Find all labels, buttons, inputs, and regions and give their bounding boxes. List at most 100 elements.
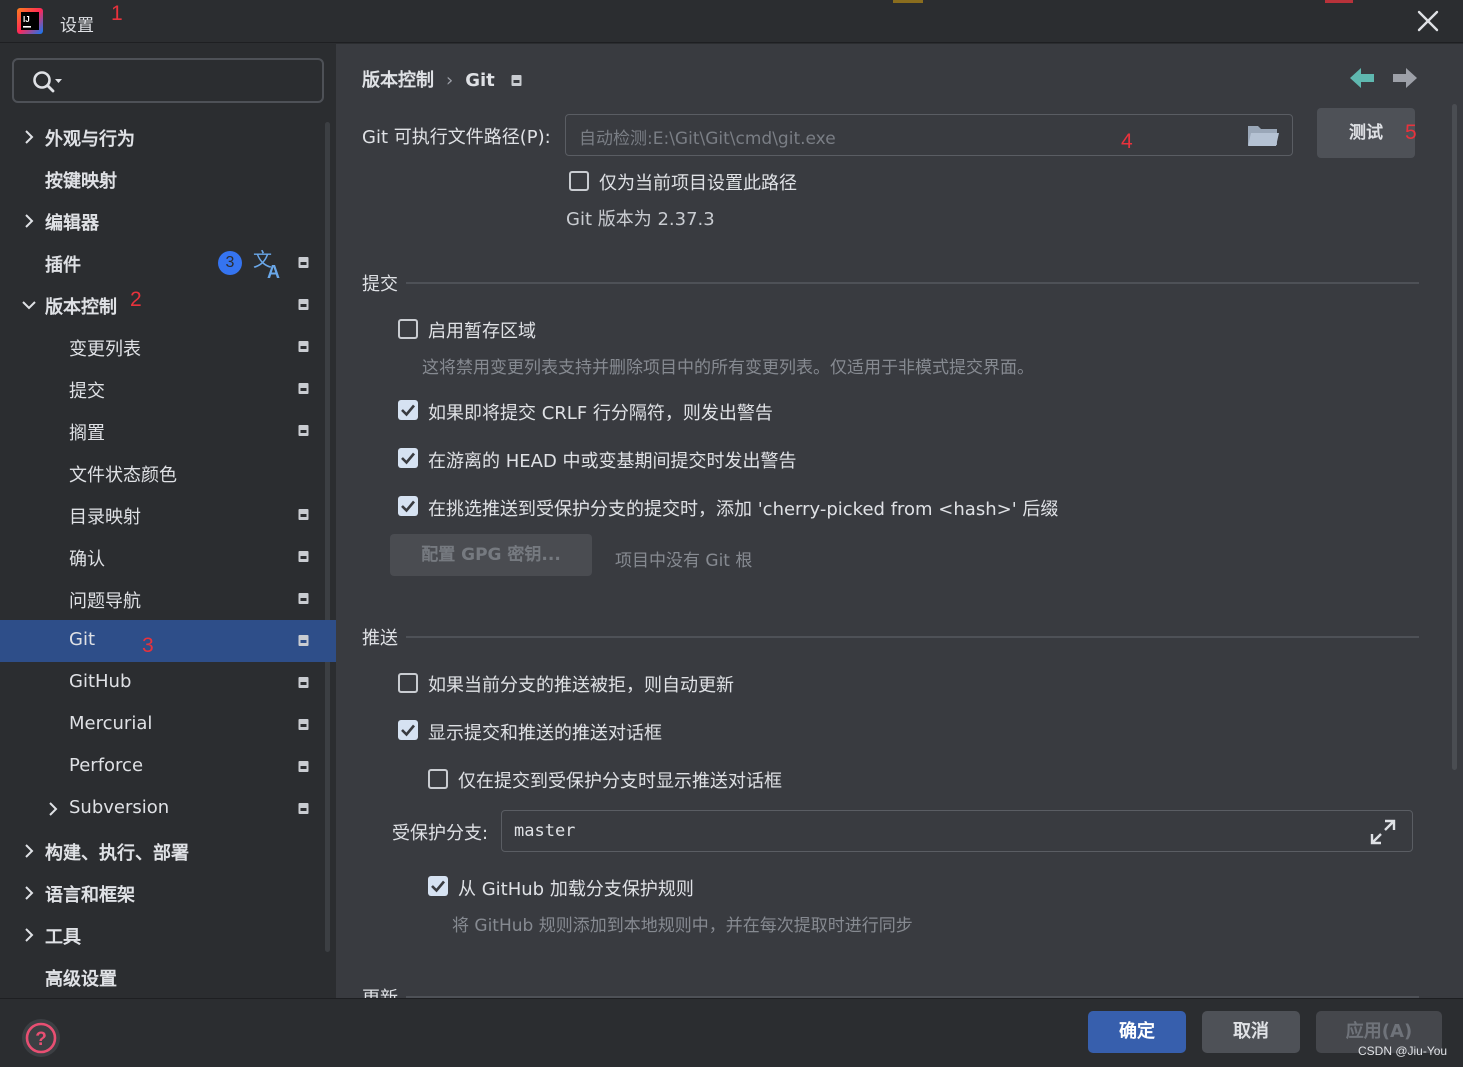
- back-arrow-icon[interactable]: [1348, 66, 1376, 90]
- project-scope-icon: [298, 719, 309, 730]
- sidebar-item-label: 构建、执行、部署: [45, 843, 189, 864]
- sidebar-item[interactable]: Perforce: [0, 746, 336, 788]
- sidebar-item[interactable]: 高级设置: [0, 956, 336, 998]
- annotation-4: 4: [1121, 130, 1133, 153]
- svg-text:?: ?: [35, 1029, 47, 1050]
- sidebar-item-label: 版本控制: [45, 297, 117, 318]
- sidebar-item[interactable]: Subversion: [0, 788, 336, 830]
- project-scope-icon: [298, 677, 309, 688]
- sidebar-item-label: 工具: [45, 927, 81, 948]
- project-scope-icon: [298, 509, 309, 520]
- staging-area-checkbox[interactable]: [398, 319, 418, 339]
- intellij-logo-icon: IJ: [17, 8, 43, 34]
- sidebar-item[interactable]: 编辑器: [0, 200, 336, 242]
- sidebar-item[interactable]: Mercurial: [0, 704, 336, 746]
- chevron-right-icon[interactable]: [20, 883, 38, 903]
- github-rules-hint: 将 GitHub 规则添加到本地规则中，并在每次提取时进行同步: [452, 916, 913, 936]
- sidebar-item-label: 语言和框架: [45, 885, 135, 906]
- breadcrumb-parent[interactable]: 版本控制: [362, 66, 434, 92]
- sidebar-item[interactable]: 目录映射: [0, 494, 336, 536]
- push-section-title: 推送: [362, 628, 398, 649]
- annotation-2: 2: [130, 288, 142, 311]
- auto-update-checkbox[interactable]: [398, 673, 418, 693]
- sidebar-item-label: Mercurial: [69, 713, 153, 734]
- sidebar-item-label: 编辑器: [45, 213, 99, 234]
- chevron-right-icon[interactable]: [20, 925, 38, 945]
- git-version-text: Git 版本为 2.37.3: [566, 209, 715, 230]
- content-scrollbar[interactable]: [1452, 104, 1457, 770]
- git-path-input[interactable]: 自动检测:E:\Git\Git\cmd\git.exe: [565, 114, 1293, 156]
- window-title: 设置: [60, 16, 94, 36]
- annotation-1: 1: [111, 2, 123, 25]
- detached-head-checkbox[interactable]: [398, 448, 418, 468]
- svg-text:A: A: [267, 262, 280, 280]
- sidebar-item-label: Git: [69, 629, 96, 650]
- chevron-right-icon[interactable]: [20, 841, 38, 861]
- sidebar-item[interactable]: 插件 3 文 A: [0, 242, 336, 284]
- sidebar-item[interactable]: 版本控制 2: [0, 284, 336, 326]
- project-scope-icon: [298, 425, 309, 436]
- staging-area-label: 启用暂存区域: [428, 321, 536, 342]
- project-scope-icon: [298, 341, 309, 352]
- protected-only-checkbox[interactable]: [428, 769, 448, 789]
- staging-area-hint: 这将禁用变更列表支持并删除项目中的所有变更列表。仅适用于非模式提交界面。: [422, 358, 1034, 378]
- translate-icon[interactable]: 文A: [252, 246, 286, 280]
- expand-icon[interactable]: [1368, 817, 1398, 847]
- sidebar-item[interactable]: 变更列表: [0, 326, 336, 368]
- chevron-right-icon[interactable]: [20, 127, 38, 147]
- cancel-button[interactable]: 取消: [1202, 1011, 1300, 1053]
- sidebar-item[interactable]: 提交: [0, 368, 336, 410]
- git-path-label: Git 可执行文件路径(P):: [362, 127, 551, 148]
- sidebar-item[interactable]: 问题导航: [0, 578, 336, 620]
- help-icon[interactable]: ?: [20, 1017, 62, 1059]
- sidebar-item-label: 文件状态颜色: [69, 465, 177, 486]
- configure-gpg-button[interactable]: 配置 GPG 密钥...: [390, 534, 592, 576]
- show-push-dialog-checkbox[interactable]: [398, 720, 418, 740]
- protected-branches-label: 受保护分支:: [392, 823, 489, 844]
- project-scope-icon: [298, 383, 309, 394]
- project-scope-icon: [298, 803, 309, 814]
- project-scope-icon: [298, 551, 309, 562]
- sidebar-item[interactable]: GitHub: [0, 662, 336, 704]
- forward-arrow-icon[interactable]: [1391, 66, 1419, 90]
- show-push-dialog-label: 显示提交和推送的推送对话框: [428, 723, 662, 744]
- cherry-pick-checkbox[interactable]: [398, 496, 418, 516]
- cherry-pick-label: 在挑选推送到受保护分支的提交时，添加 'cherry-picked from <…: [428, 499, 1059, 520]
- protected-branches-input[interactable]: master: [501, 810, 1413, 852]
- project-scope-icon: [298, 761, 309, 772]
- sidebar-item-label: 搁置: [69, 423, 105, 444]
- protected-only-label: 仅在提交到受保护分支时显示推送对话框: [458, 771, 782, 792]
- chevron-right-icon[interactable]: [20, 211, 38, 231]
- sidebar-item[interactable]: 按键映射: [0, 158, 336, 200]
- project-only-checkbox[interactable]: [569, 171, 589, 191]
- github-rules-label: 从 GitHub 加载分支保护规则: [458, 879, 694, 900]
- sidebar-item-label: 确认: [69, 549, 105, 570]
- ok-button[interactable]: 确定: [1088, 1011, 1186, 1053]
- sidebar-item[interactable]: 构建、执行、部署: [0, 830, 336, 872]
- sidebar-item[interactable]: Git 3: [0, 620, 336, 662]
- project-scope-icon: [298, 257, 309, 268]
- sidebar-item[interactable]: 文件状态颜色: [0, 452, 336, 494]
- close-icon[interactable]: [1412, 5, 1444, 37]
- sidebar-item[interactable]: 工具: [0, 914, 336, 956]
- sidebar-item[interactable]: 语言和框架: [0, 872, 336, 914]
- folder-icon[interactable]: [1247, 123, 1280, 148]
- update-section-title: 更新: [362, 984, 398, 998]
- breadcrumb: 版本控制 › Git: [362, 66, 522, 92]
- chevron-right-icon[interactable]: [44, 799, 62, 819]
- sidebar-item[interactable]: 确认: [0, 536, 336, 578]
- github-rules-checkbox[interactable]: [428, 876, 448, 896]
- sidebar-item-label: 提交: [69, 381, 105, 402]
- chevron-down-icon[interactable]: [20, 295, 38, 315]
- auto-update-label: 如果当前分支的推送被拒，则自动更新: [428, 675, 734, 696]
- sidebar-item[interactable]: 搁置: [0, 410, 336, 452]
- test-button[interactable]: 测试: [1317, 108, 1415, 158]
- sidebar-item-label: 高级设置: [45, 969, 117, 990]
- crlf-warning-checkbox[interactable]: [398, 400, 418, 420]
- search-input[interactable]: [12, 58, 324, 103]
- gpg-hint: 项目中没有 Git 根: [615, 551, 753, 571]
- check-icon: [401, 500, 415, 513]
- sidebar-item[interactable]: 外观与行为: [0, 116, 336, 158]
- check-icon: [401, 404, 415, 417]
- sidebar-item-label: 问题导航: [69, 591, 141, 612]
